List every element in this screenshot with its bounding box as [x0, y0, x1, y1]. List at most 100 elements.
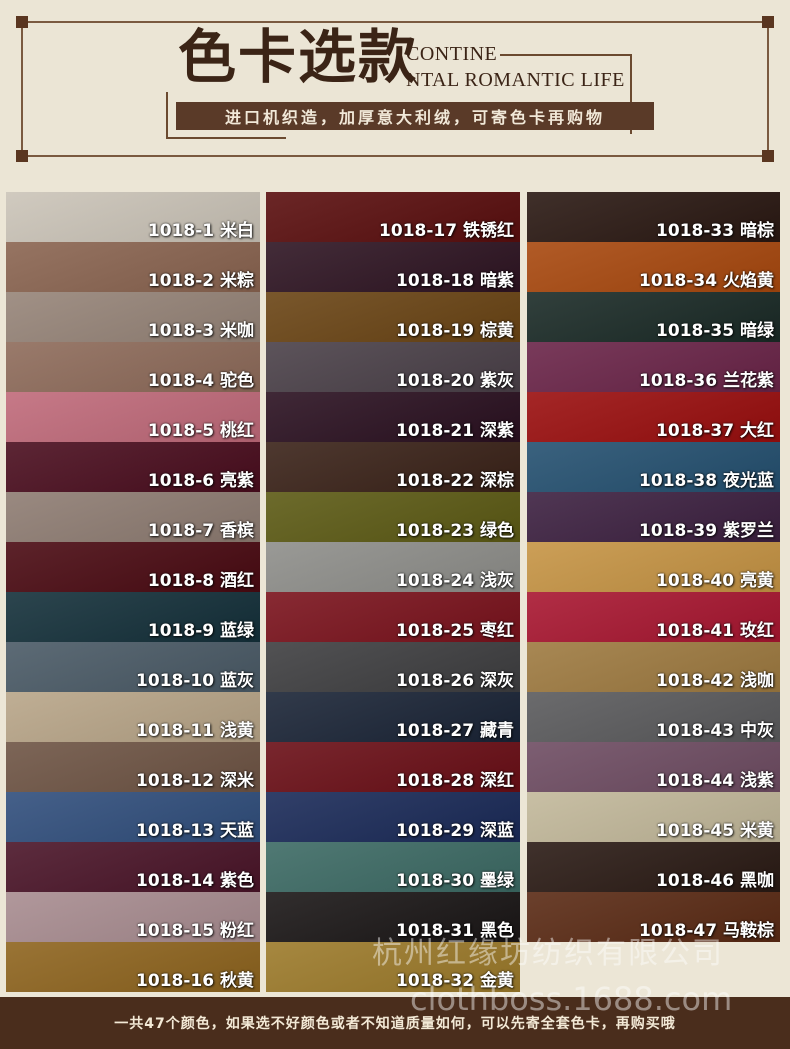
color-swatch-label: 1018-41 玫红 [656, 620, 774, 641]
color-swatch: 1018-29 深蓝 [266, 792, 520, 842]
color-swatch: 1018-28 深红 [266, 742, 520, 792]
deco-line-right-top [500, 54, 632, 56]
color-swatch-label: 1018-46 黑咖 [656, 870, 774, 891]
color-swatch-label: 1018-21 深紫 [396, 420, 514, 441]
deco-line-left-bottom [166, 137, 286, 139]
color-swatch: 1018-21 深紫 [266, 392, 520, 442]
color-swatch: 1018-5 桃红 [6, 392, 260, 442]
color-swatch-label: 1018-8 酒红 [147, 570, 254, 591]
color-swatch-label: 1018-40 亮黄 [656, 570, 774, 591]
color-swatch-label: 1018-12 深米 [136, 770, 254, 791]
color-swatch: 1018-40 亮黄 [527, 542, 780, 592]
color-swatch: 1018-45 米黄 [527, 792, 780, 842]
color-swatch: 1018-38 夜光蓝 [527, 442, 780, 492]
frame-bottom-line [22, 155, 768, 157]
color-swatch: 1018-37 大红 [527, 392, 780, 442]
color-swatch-label: 1018-19 棕黄 [396, 320, 514, 341]
color-swatch: 1018-35 暗绿 [527, 292, 780, 342]
subtitle-banner: 进口机织造，加厚意大利绒，可寄色卡再购物 [176, 102, 654, 130]
color-swatch-label: 1018-27 藏青 [396, 720, 514, 741]
color-swatch-label: 1018-17 铁锈红 [379, 220, 514, 241]
color-swatch-label: 1018-2 米粽 [147, 270, 254, 291]
color-swatch: 1018-10 蓝灰 [6, 642, 260, 692]
color-swatch: 1018-7 香槟 [6, 492, 260, 542]
color-swatch: 1018-44 浅紫 [527, 742, 780, 792]
color-swatch-label: 1018-30 墨绿 [396, 870, 514, 891]
color-swatch: 1018-13 天蓝 [6, 792, 260, 842]
color-swatch-label: 1018-1 米白 [147, 220, 254, 241]
color-swatch: 1018-25 枣红 [266, 592, 520, 642]
color-swatch-label: 1018-34 火焰黄 [639, 270, 774, 291]
color-swatch-label: 1018-20 紫灰 [396, 370, 514, 391]
color-swatch-label: 1018-37 大红 [656, 420, 774, 441]
color-swatch-label: 1018-42 浅咖 [656, 670, 774, 691]
color-swatch: 1018-8 酒红 [6, 542, 260, 592]
color-swatch-label: 1018-28 深红 [396, 770, 514, 791]
color-swatch-label: 1018-3 米咖 [147, 320, 254, 341]
color-swatch: 1018-20 紫灰 [266, 342, 520, 392]
corner-tr [762, 16, 774, 28]
color-swatch: 1018-4 驼色 [6, 342, 260, 392]
color-swatch: 1018-34 火焰黄 [527, 242, 780, 292]
color-swatch-label: 1018-23 绿色 [396, 520, 514, 541]
color-swatch-label: 1018-6 亮紫 [147, 470, 254, 491]
color-swatch-label: 1018-35 暗绿 [656, 320, 774, 341]
color-swatch: 1018-36 兰花紫 [527, 342, 780, 392]
header: 色卡选款 CONTINE NTAL ROMANTIC LIFE 进口机织造，加厚… [0, 0, 790, 180]
deco-line-left-vertical [166, 92, 168, 138]
color-swatch-label: 1018-43 中灰 [656, 720, 774, 741]
color-swatch-label: 1018-4 驼色 [147, 370, 254, 391]
color-swatch: 1018-41 玫红 [527, 592, 780, 642]
corner-br [762, 150, 774, 162]
color-swatch-label: 1018-5 桃红 [147, 420, 254, 441]
color-swatch: 1018-24 浅灰 [266, 542, 520, 592]
color-swatch: 1018-3 米咖 [6, 292, 260, 342]
color-swatch: 1018-27 藏青 [266, 692, 520, 742]
corner-tl [16, 16, 28, 28]
color-swatch: 1018-26 深灰 [266, 642, 520, 692]
frame-right-line [767, 22, 769, 156]
color-swatch-label: 1018-14 紫色 [136, 870, 254, 891]
color-swatch-label: 1018-38 夜光蓝 [639, 470, 774, 491]
color-swatch-label: 1018-9 蓝绿 [147, 620, 254, 641]
color-swatch-grid: 1018-1 米白 1018-2 米粽 1018-3 米咖 1018-4 驼色 1018… [0, 192, 790, 992]
frame-left-line [21, 22, 23, 156]
watermark-url: clothboss.1688.com [410, 980, 733, 1018]
color-swatch: 1018-11 浅黄 [6, 692, 260, 742]
color-swatch: 1018-12 深米 [6, 742, 260, 792]
color-swatch-label: 1018-29 深蓝 [396, 820, 514, 841]
color-swatch: 1018-1 米白 [6, 192, 260, 242]
color-swatch-label: 1018-36 兰花紫 [639, 370, 774, 391]
title-english-line2: NTAL ROMANTIC LIFE [406, 69, 625, 91]
color-swatch: 1018-23 绿色 [266, 492, 520, 542]
color-swatch: 1018-43 中灰 [527, 692, 780, 742]
color-swatch-label: 1018-26 深灰 [396, 670, 514, 691]
color-swatch: 1018-14 紫色 [6, 842, 260, 892]
color-swatch: 1018-46 黑咖 [527, 842, 780, 892]
color-swatch: 1018-16 秋黄 [6, 942, 260, 992]
color-swatch-label: 1018-10 蓝灰 [136, 670, 254, 691]
color-swatch: 1018-39 紫罗兰 [527, 492, 780, 542]
color-swatch: 1018-22 深棕 [266, 442, 520, 492]
color-swatch-label: 1018-39 紫罗兰 [639, 520, 774, 541]
color-swatch: 1018-2 米粽 [6, 242, 260, 292]
color-swatch-label: 1018-22 深棕 [396, 470, 514, 491]
color-swatch-label: 1018-25 枣红 [396, 620, 514, 641]
color-swatch-label: 1018-33 暗棕 [656, 220, 774, 241]
color-swatch-label: 1018-44 浅紫 [656, 770, 774, 791]
color-swatch-label: 1018-16 秋黄 [136, 970, 254, 991]
color-swatch-label: 1018-7 香槟 [147, 520, 254, 541]
color-swatch-label: 1018-15 粉红 [136, 920, 254, 941]
color-swatch: 1018-42 浅咖 [527, 642, 780, 692]
color-swatch-label: 1018-11 浅黄 [136, 720, 254, 741]
color-swatch-label: 1018-13 天蓝 [136, 820, 254, 841]
color-swatch: 1018-19 棕黄 [266, 292, 520, 342]
color-swatch: 1018-30 墨绿 [266, 842, 520, 892]
color-swatch: 1018-33 暗棕 [527, 192, 780, 242]
color-swatch: 1018-18 暗紫 [266, 242, 520, 292]
color-swatch: 1018-17 铁锈红 [266, 192, 520, 242]
color-swatch: 1018-9 蓝绿 [6, 592, 260, 642]
title-english-line1: CONTINE [406, 43, 498, 65]
corner-bl [16, 150, 28, 162]
color-swatch-label: 1018-18 暗紫 [396, 270, 514, 291]
